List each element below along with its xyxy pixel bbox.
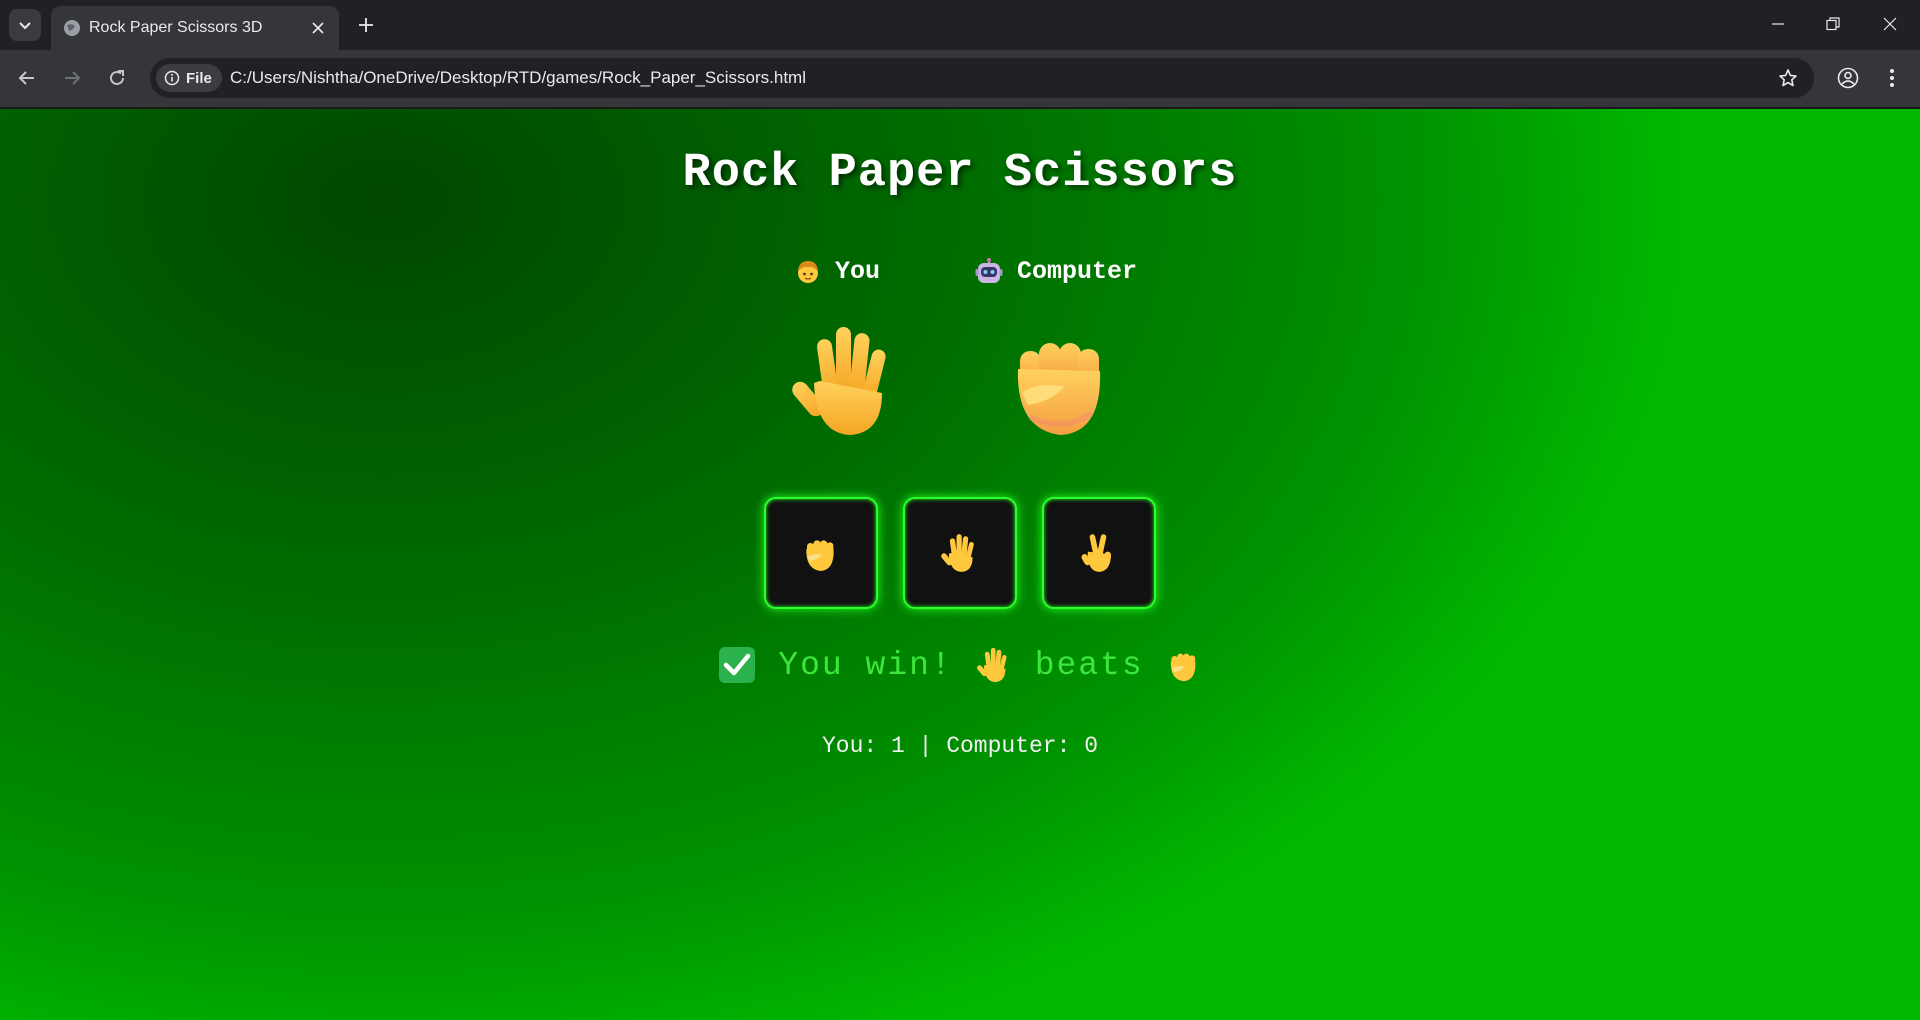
browser-menu-button[interactable] — [1876, 62, 1908, 94]
tab-strip: Rock Paper Scissors 3D — [0, 0, 1920, 50]
active-tab[interactable]: Rock Paper Scissors 3D — [51, 6, 339, 50]
forward-button[interactable] — [56, 62, 88, 94]
plus-icon — [359, 18, 373, 32]
tab-title: Rock Paper Scissors 3D — [89, 19, 263, 36]
chevron-down-icon — [19, 22, 31, 30]
restore-icon — [1826, 17, 1840, 31]
computer-choice-rock-hand-icon — [1017, 343, 1101, 435]
robot-emoji-icon — [975, 257, 1003, 283]
back-button[interactable] — [11, 62, 43, 94]
result-line: You win! beats — [0, 646, 1920, 684]
site-info-chip[interactable]: File — [156, 64, 222, 92]
score-display: You: 1 | Computer: 0 — [821, 733, 1099, 759]
address-bar[interactable]: File C:/Users/Nishtha/OneDrive/Desktop/R… — [150, 58, 1814, 98]
globe-icon — [64, 20, 80, 36]
restore-button[interactable] — [1805, 0, 1861, 48]
computer-name: Computer — [1017, 257, 1138, 286]
paper-hand-icon — [976, 647, 1007, 683]
game-page: Rock Paper Scissors You Computer You win… — [0, 109, 1920, 1020]
kebab-menu-icon — [1890, 69, 1894, 87]
player-choice-paper-hand-icon — [792, 327, 886, 435]
paper-hand-icon — [941, 534, 974, 572]
profile-button[interactable] — [1832, 62, 1864, 94]
new-tab-button[interactable] — [352, 11, 380, 39]
minimize-icon — [1772, 23, 1784, 25]
back-arrow-icon — [18, 71, 34, 85]
close-window-button[interactable] — [1862, 0, 1918, 48]
reload-button[interactable] — [101, 62, 133, 94]
rock-button[interactable] — [764, 497, 878, 609]
tab-close-button[interactable] — [307, 17, 329, 39]
rock-hand-icon — [1170, 653, 1196, 682]
tab-search-button[interactable] — [9, 9, 41, 41]
close-icon — [312, 22, 324, 34]
profile-icon — [1837, 67, 1859, 89]
info-icon — [164, 70, 180, 86]
page-title: Rock Paper Scissors — [682, 147, 1238, 200]
site-info-label: File — [186, 69, 212, 87]
reload-icon — [110, 70, 124, 85]
scissors-button[interactable] — [1042, 497, 1156, 609]
scissors-hand-icon — [1081, 534, 1111, 572]
paper-button[interactable] — [903, 497, 1017, 609]
check-mark-icon — [719, 647, 756, 683]
person-emoji-icon — [798, 260, 818, 283]
forward-arrow-icon — [65, 71, 81, 85]
url-text: C:/Users/Nishtha/OneDrive/Desktop/RTD/ga… — [230, 68, 806, 87]
player-label: You — [795, 257, 880, 286]
browser-toolbar: File C:/Users/Nishtha/OneDrive/Desktop/R… — [0, 50, 1920, 107]
bookmark-button[interactable] — [1776, 66, 1800, 90]
result-beats-text: beats — [1034, 646, 1144, 684]
close-icon — [1883, 17, 1897, 31]
rock-hand-icon — [806, 540, 834, 571]
minimize-button[interactable] — [1750, 0, 1806, 48]
computer-label: Computer — [975, 257, 1137, 286]
player-name: You — [835, 257, 881, 286]
star-icon — [1779, 69, 1797, 87]
result-text: You win! — [778, 646, 953, 684]
